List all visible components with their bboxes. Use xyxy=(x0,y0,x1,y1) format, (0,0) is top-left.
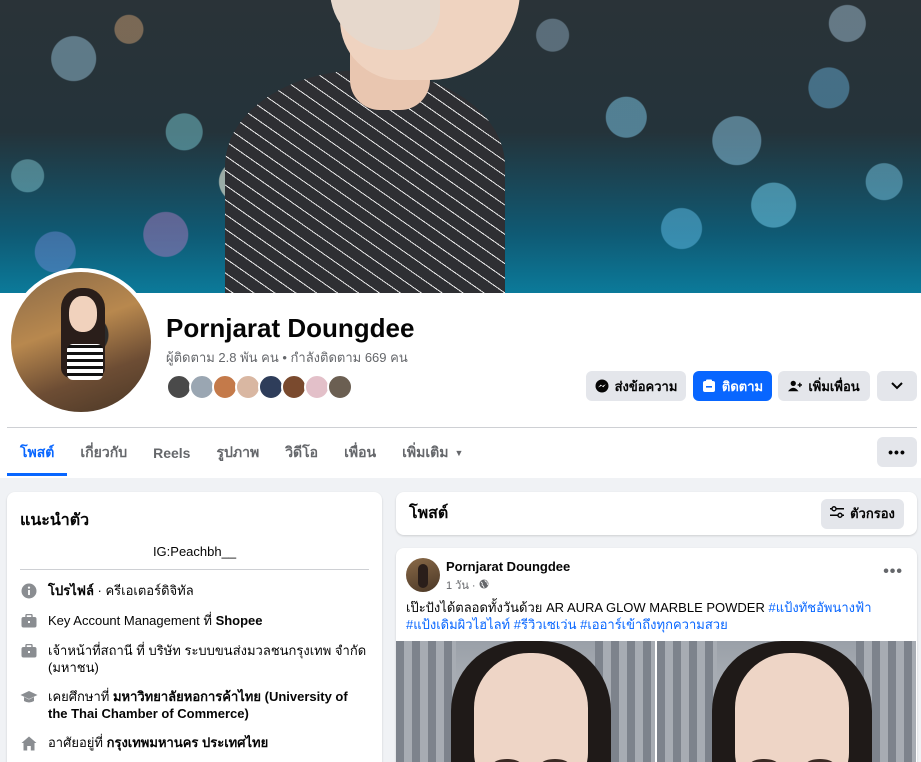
photo-face xyxy=(735,653,849,762)
message-button[interactable]: ส่งข้อความ xyxy=(586,371,686,401)
tab-friends[interactable]: เพื่อน xyxy=(331,430,389,476)
tab-reels[interactable]: Reels xyxy=(140,430,203,476)
profile-avatar[interactable] xyxy=(7,268,155,416)
hashtag-link[interactable]: #แป้งเดิมผิวไฮไลท์ xyxy=(406,617,510,632)
post-photo[interactable] xyxy=(396,641,655,762)
intro-bio: IG:Peachbh__ xyxy=(152,544,237,559)
mutual-friends-avatars[interactable] xyxy=(166,374,353,400)
chevron-down-icon xyxy=(890,379,904,393)
follow-button[interactable]: ติดตาม xyxy=(693,371,772,401)
intro-item-text: เจ้าหน้าที่สถานี ที่ บริษัท ระบบขนส่งมวล… xyxy=(48,643,367,675)
tab-label: เพื่อน xyxy=(344,444,377,460)
tab-label: โพสต์ xyxy=(20,444,55,460)
add-friend-button-label: เพิ่มเพื่อน xyxy=(808,378,860,394)
intro-item-location: อาศัยอยู่ที่ กรุงเทพมหานคร ประเทศไทย xyxy=(20,734,369,752)
intro-item-work-1: Key Account Management ที่ Shopee xyxy=(20,612,369,630)
home-icon xyxy=(20,734,38,752)
profile-name: Pornjarat Doungdee xyxy=(166,313,415,343)
profile-tabs: โพสต์ เกี่ยวกับ Reels รูปภาพ วิดีโอ เพื่… xyxy=(7,430,476,476)
post-meta: 1 วัน · xyxy=(446,576,489,594)
intro-item-work-2: เจ้าหน้าที่สถานี ที่ บริษัท ระบบขนส่งมวล… xyxy=(20,642,369,676)
post-author-avatar[interactable] xyxy=(406,558,440,592)
caret-down-icon: ▼ xyxy=(454,448,464,458)
info-icon xyxy=(20,582,38,600)
tabs-more-button[interactable]: ••• xyxy=(877,437,917,467)
photo-curtain xyxy=(657,641,717,762)
photo-curtain xyxy=(396,641,456,762)
posts-header-card: โพสต์ ตัวกรอง xyxy=(396,492,917,535)
follow-icon xyxy=(702,379,716,393)
post-photo[interactable] xyxy=(657,641,916,762)
tab-label: รูปภาพ xyxy=(216,444,260,460)
add-friend-button[interactable]: เพิ่มเพื่อน xyxy=(778,371,870,401)
post-body-text: เป๊ะปังได้ตลอดทั้งวันด้วย AR AURA GLOW M… xyxy=(406,600,769,615)
tab-label: เพิ่มเติม xyxy=(402,444,449,460)
graduation-cap-icon xyxy=(20,688,38,706)
intro-item-text: เคยศึกษาที่ xyxy=(48,689,113,704)
tab-posts[interactable]: โพสต์ xyxy=(7,430,68,476)
tab-label: เกี่ยวกับ xyxy=(80,444,128,460)
tab-about[interactable]: เกี่ยวกับ xyxy=(67,430,140,476)
profile-stats[interactable]: ผู้ติดตาม 2.8 พัน คน • กำลังติดตาม 669 ค… xyxy=(166,347,408,368)
briefcase-icon xyxy=(20,642,38,660)
photo-face xyxy=(474,653,588,762)
intro-item-profile: โปรไฟล์ · ครีเอเตอร์ดิจิทัล xyxy=(20,582,369,600)
avatar-face xyxy=(69,296,97,332)
post-card: Pornjarat Doungdee 1 วัน · ••• เป๊ะปังได… xyxy=(396,548,917,762)
intro-item-link[interactable]: กรุงเทพมหานคร ประเทศไทย xyxy=(107,735,269,750)
messenger-icon xyxy=(595,379,609,393)
globe-icon xyxy=(479,579,489,592)
post-author-name[interactable]: Pornjarat Doungdee xyxy=(446,559,570,574)
intro-item-text: อาศัยอยู่ที่ xyxy=(48,735,107,750)
avatar-top xyxy=(67,344,103,380)
more-dots-icon: ••• xyxy=(888,444,906,460)
message-button-label: ส่งข้อความ xyxy=(614,378,678,394)
header-divider xyxy=(7,427,917,428)
filter-icon xyxy=(830,506,845,521)
tab-photos[interactable]: รูปภาพ xyxy=(203,430,272,476)
posts-title: โพสต์ xyxy=(409,505,449,522)
tab-videos[interactable]: วิดีโอ xyxy=(272,430,331,476)
hashtag-link[interactable]: #เออาร์เข้าถึงทุกความสวย xyxy=(580,617,728,632)
tab-label: วิดีโอ xyxy=(285,444,319,460)
filter-button[interactable]: ตัวกรอง xyxy=(821,498,904,529)
post-timestamp[interactable]: 1 วัน · xyxy=(446,576,476,594)
intro-item-text: Key Account Management ที่ xyxy=(48,613,216,628)
post-options-icon[interactable]: ••• xyxy=(883,563,903,581)
briefcase-icon xyxy=(20,612,38,630)
filter-button-label: ตัวกรอง xyxy=(850,506,895,521)
more-actions-button[interactable] xyxy=(877,371,917,401)
post-text: เป๊ะปังได้ตลอดทั้งวันด้วย AR AURA GLOW M… xyxy=(406,599,906,633)
hashtag-link[interactable]: #แป้งทัชอัพนางฟ้า xyxy=(768,600,871,615)
intro-item-bold: โปรไฟล์ xyxy=(48,583,94,598)
intro-divider xyxy=(20,569,369,570)
intro-item-link[interactable]: Shopee xyxy=(216,613,263,628)
add-friend-icon xyxy=(788,379,803,393)
intro-item-text: · ครีเอเตอร์ดิจิทัล xyxy=(93,583,194,598)
intro-title: แนะนำตัว xyxy=(20,512,90,529)
tab-label: Reels xyxy=(153,445,191,461)
cover-photo[interactable] xyxy=(0,0,921,293)
follow-button-label: ติดตาม xyxy=(721,378,764,394)
intro-item-education: เคยศึกษาที่ มหาวิทยาลัยหอการค้าไทย (Univ… xyxy=(20,688,369,722)
tab-more[interactable]: เพิ่มเติม ▼ xyxy=(389,430,476,476)
hashtag-link[interactable]: #รีวิวเซเว่น xyxy=(514,617,577,632)
friend-avatar[interactable] xyxy=(327,374,353,400)
intro-card: แนะนำตัว IG:Peachbh__ โปรไฟล์ · ครีเอเตอ… xyxy=(7,492,382,762)
